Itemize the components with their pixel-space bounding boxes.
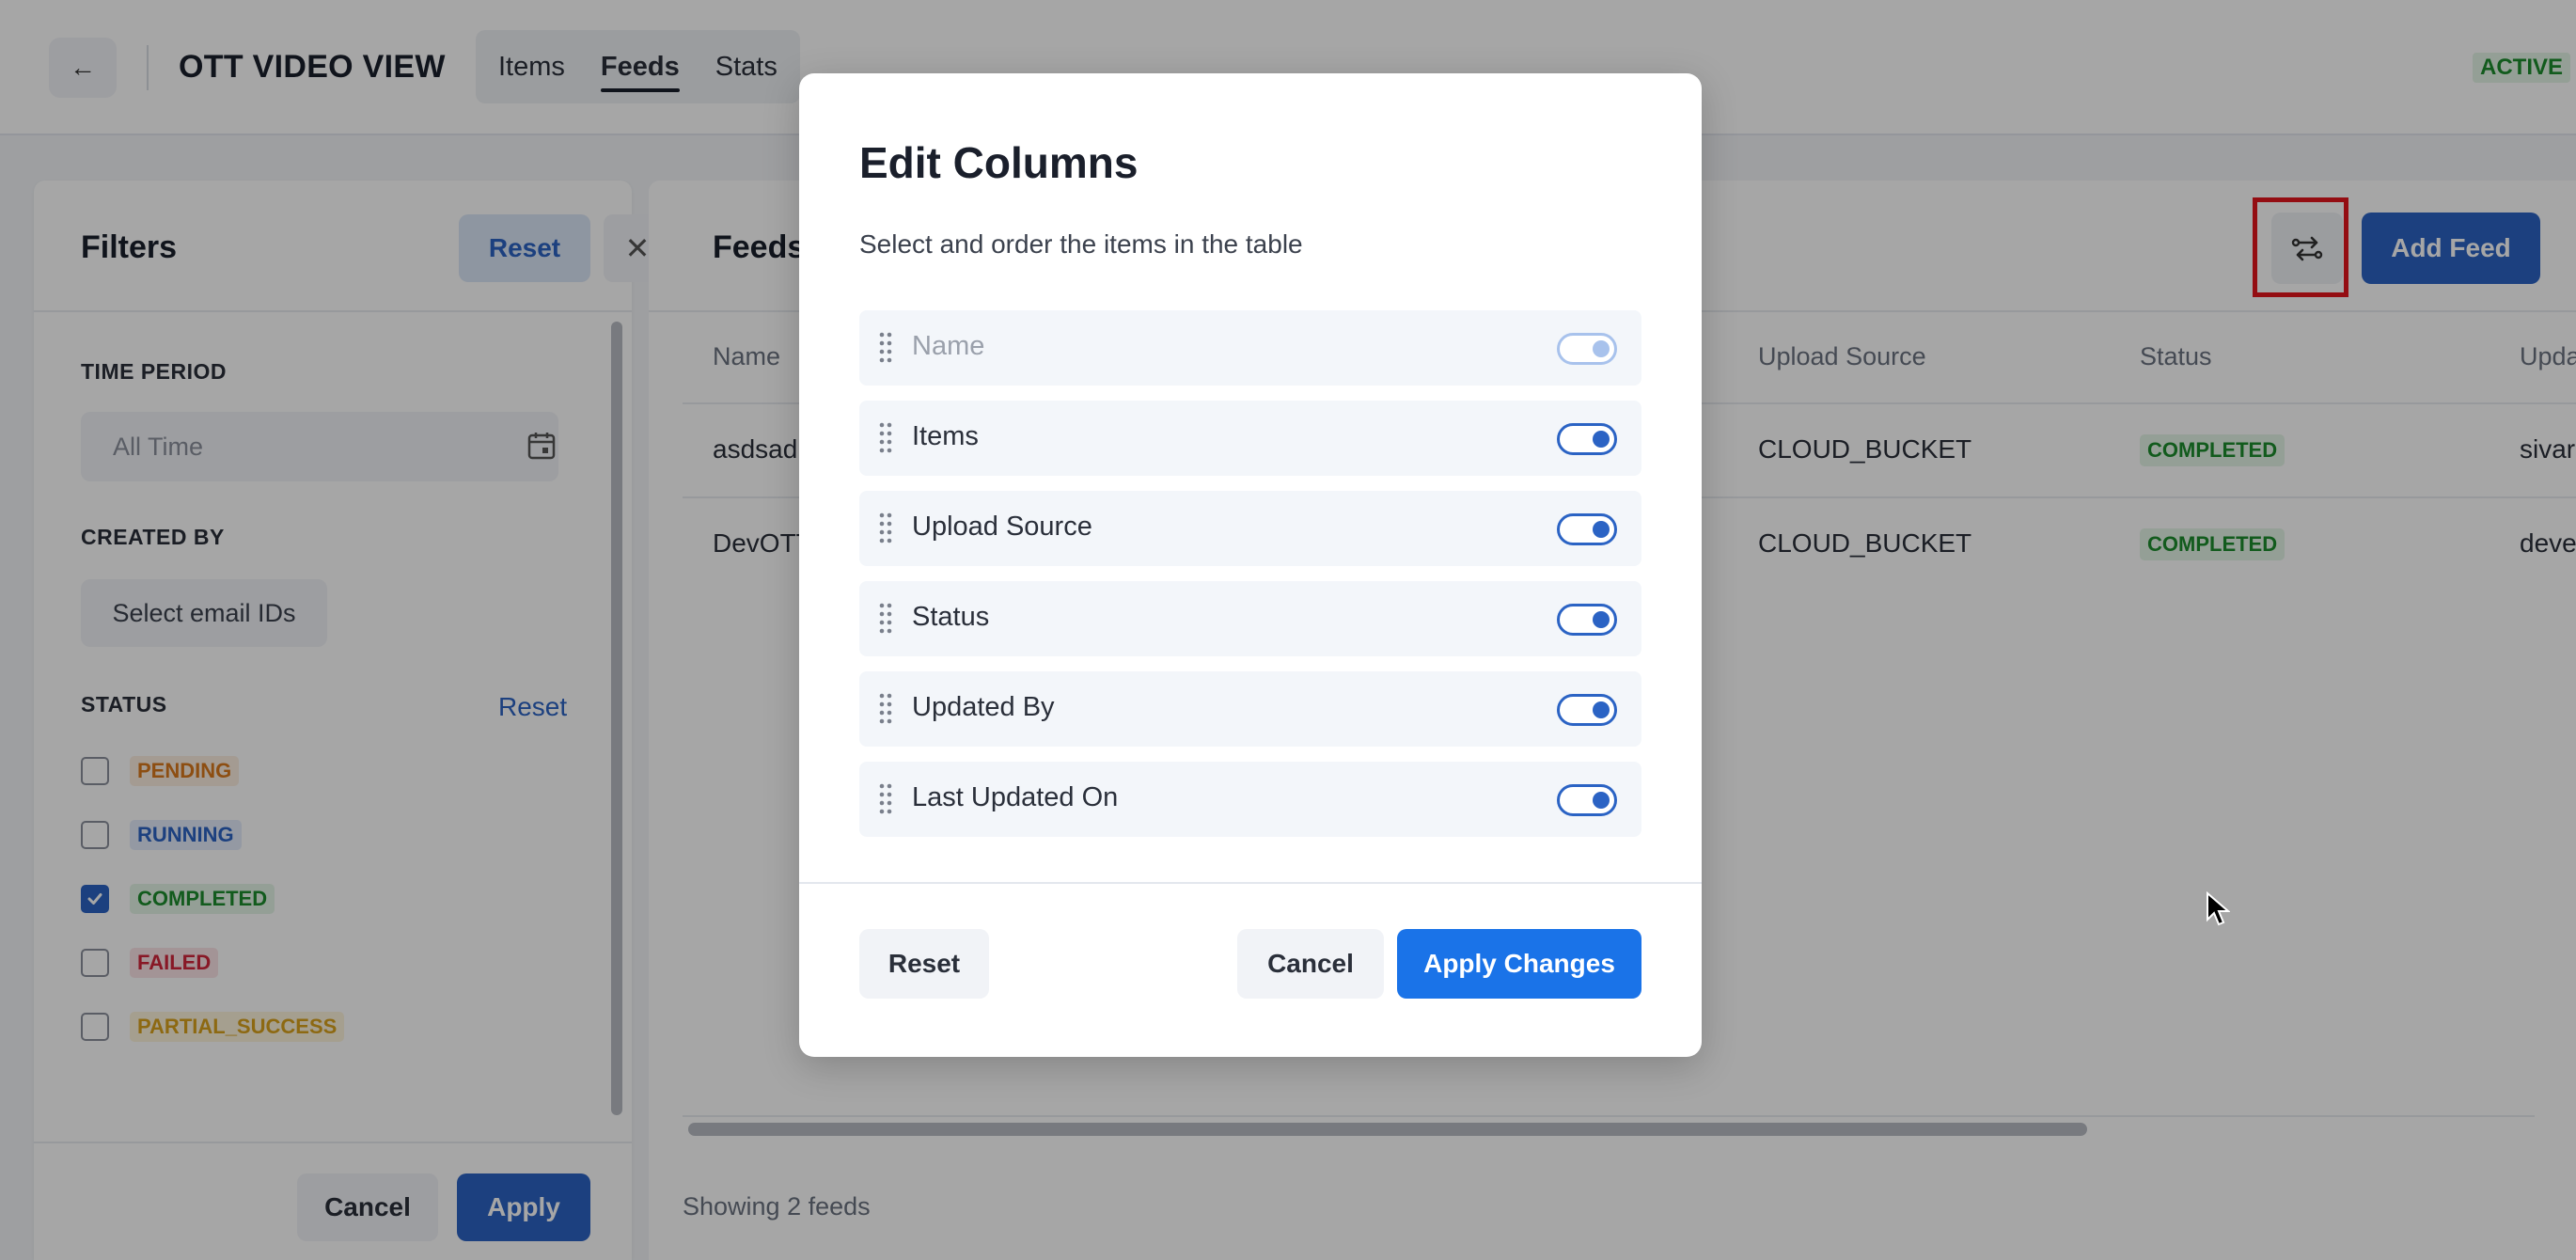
column-item-last-updated-on[interactable]: Last Updated On [859, 762, 1641, 837]
column-toggle[interactable] [1557, 694, 1617, 726]
drag-handle-icon[interactable] [878, 512, 893, 545]
column-item-updated-by[interactable]: Updated By [859, 671, 1641, 747]
column-toggle[interactable] [1557, 604, 1617, 636]
drag-handle-icon[interactable] [878, 692, 893, 726]
modal-cancel-button[interactable]: Cancel [1237, 929, 1384, 999]
drag-handle-icon[interactable] [878, 421, 893, 455]
modal-title: Edit Columns [859, 138, 1139, 187]
column-toggle[interactable] [1557, 784, 1617, 816]
column-item-label: Updated By [912, 692, 1055, 722]
column-item-items[interactable]: Items [859, 401, 1641, 476]
column-item-upload-source[interactable]: Upload Source [859, 491, 1641, 566]
column-item-name[interactable]: Name [859, 310, 1641, 386]
apply-changes-button[interactable]: Apply Changes [1397, 929, 1641, 999]
column-item-label: Items [912, 421, 979, 451]
drag-handle-icon[interactable] [878, 331, 893, 365]
column-item-label: Upload Source [912, 512, 1092, 542]
mouse-cursor-icon [2207, 891, 2230, 926]
modal-subtitle: Select and order the items in the table [859, 229, 1303, 259]
column-item-label: Name [912, 331, 985, 361]
column-toggle [1557, 333, 1617, 365]
column-item-status[interactable]: Status [859, 581, 1641, 656]
edit-columns-modal: Edit Columns Select and order the items … [799, 73, 1702, 1057]
drag-handle-icon[interactable] [878, 782, 893, 816]
divider [799, 882, 1702, 884]
modal-reset-button[interactable]: Reset [859, 929, 989, 999]
column-item-label: Status [912, 602, 990, 632]
column-toggle[interactable] [1557, 513, 1617, 545]
drag-handle-icon[interactable] [878, 602, 893, 636]
column-item-label: Last Updated On [912, 782, 1119, 812]
column-toggle[interactable] [1557, 423, 1617, 455]
